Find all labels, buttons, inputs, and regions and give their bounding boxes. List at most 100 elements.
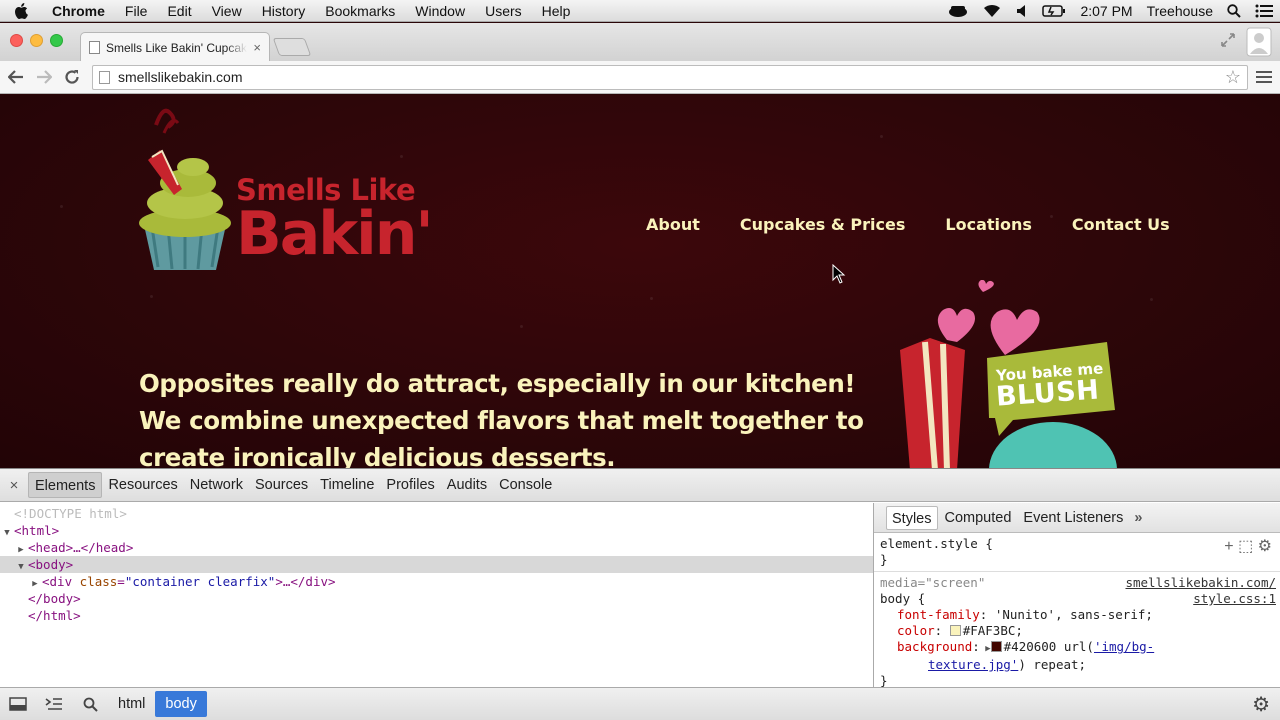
menu-bookmarks[interactable]: Bookmarks bbox=[315, 0, 405, 22]
browser-tab-active[interactable]: Smells Like Bakin' Cupcakes × bbox=[80, 32, 270, 62]
tab-styles[interactable]: Styles bbox=[886, 505, 938, 530]
div-attr-name: class bbox=[79, 574, 118, 589]
window-close-button[interactable] bbox=[10, 34, 23, 47]
menu-users[interactable]: Users bbox=[475, 0, 532, 22]
bookmark-star-icon[interactable]: ☆ bbox=[1225, 67, 1241, 88]
menu-edit[interactable]: Edit bbox=[157, 0, 201, 22]
tab-sources[interactable]: Sources bbox=[249, 472, 314, 498]
doctype-text: <!DOCTYPE html> bbox=[14, 506, 127, 521]
tab-strip: Smells Like Bakin' Cupcakes × bbox=[0, 23, 1280, 62]
color-swatch[interactable] bbox=[949, 625, 961, 636]
battery-icon[interactable] bbox=[1042, 4, 1066, 17]
devtools-tab-bar: × Elements Resources Network Sources Tim… bbox=[0, 468, 1280, 502]
tab-resources[interactable]: Resources bbox=[102, 472, 183, 498]
prop-value-url-fn: url( bbox=[1056, 639, 1094, 654]
tab-event-listeners[interactable]: Event Listeners bbox=[1018, 506, 1128, 530]
element-style-rule[interactable]: element.style { } + ⬚ ⚙ bbox=[874, 533, 1280, 572]
dock-side-icon[interactable] bbox=[0, 688, 36, 720]
prop-font-family[interactable]: font-family: 'Nunito', sans-serif; bbox=[880, 607, 1274, 623]
html-close-tag: </html> bbox=[28, 608, 81, 623]
address-bar[interactable]: smellslikebakin.com ☆ bbox=[92, 64, 1248, 90]
url-text[interactable]: smellslikebakin.com bbox=[118, 69, 1225, 85]
back-button[interactable] bbox=[2, 63, 30, 91]
div-attr-value: "container clearfix" bbox=[124, 574, 276, 589]
dom-node-div-container[interactable]: ▶ <div class="container clearfix">…</div> bbox=[0, 573, 873, 590]
dom-node-html[interactable]: ▼ <html> bbox=[0, 522, 873, 539]
body-style-rule[interactable]: media="screen" smellslikebakin.com/ body… bbox=[874, 572, 1280, 687]
mouse-cursor-icon bbox=[832, 264, 846, 284]
div-rest: >…</div> bbox=[275, 574, 336, 589]
fullscreen-icon[interactable] bbox=[1220, 32, 1236, 51]
user-menu[interactable]: Treehouse bbox=[1147, 3, 1213, 19]
menu-app-chrome[interactable]: Chrome bbox=[42, 0, 115, 22]
color-swatch[interactable] bbox=[990, 641, 1002, 652]
prop-color[interactable]: color: #FAF3BC; bbox=[880, 623, 1274, 639]
reload-button[interactable] bbox=[58, 63, 86, 91]
devtools-panel: × Elements Resources Network Sources Tim… bbox=[0, 468, 1280, 720]
console-drawer-icon[interactable] bbox=[36, 688, 72, 720]
tab-timeline[interactable]: Timeline bbox=[314, 472, 380, 498]
prop-name: font-family bbox=[897, 607, 980, 622]
dom-node-html-close[interactable]: </html> bbox=[0, 607, 873, 624]
nav-about-link[interactable]: About bbox=[646, 215, 700, 234]
window-minimize-button[interactable] bbox=[30, 34, 43, 47]
bg-image-link[interactable]: 'img/bg- bbox=[1094, 639, 1154, 654]
tab-network[interactable]: Network bbox=[184, 472, 249, 498]
body-close-tag: </body> bbox=[28, 591, 81, 606]
profile-avatar-icon[interactable] bbox=[1246, 27, 1272, 57]
forward-button[interactable] bbox=[30, 63, 58, 91]
spotlight-icon[interactable] bbox=[1227, 3, 1241, 18]
volume-icon[interactable] bbox=[1016, 4, 1028, 18]
element-style-close: } bbox=[880, 552, 888, 567]
breadcrumb-body[interactable]: body bbox=[155, 691, 207, 717]
apple-menu-icon[interactable] bbox=[0, 0, 42, 22]
site-nav: About Cupcakes & Prices Locations Contac… bbox=[646, 215, 1170, 234]
hero-tagline: Opposites really do attract, especially … bbox=[139, 369, 864, 468]
dom-node-body-close[interactable]: </body> bbox=[0, 590, 873, 607]
tab-computed[interactable]: Computed bbox=[940, 506, 1017, 530]
more-tabs-icon[interactable]: » bbox=[1134, 510, 1142, 526]
camera-icon[interactable] bbox=[948, 4, 968, 18]
new-tab-button[interactable] bbox=[272, 38, 312, 56]
bg-image-link[interactable]: texture.jpg' bbox=[928, 657, 1018, 672]
clock[interactable]: 2:07 PM bbox=[1080, 3, 1132, 19]
nav-locations-link[interactable]: Locations bbox=[945, 215, 1032, 234]
nav-cupcakes-prices-link[interactable]: Cupcakes & Prices bbox=[740, 215, 906, 234]
chrome-menu-icon[interactable] bbox=[1256, 68, 1272, 86]
tab-title: Smells Like Bakin' Cupcakes bbox=[106, 40, 248, 55]
add-rule-icon[interactable]: + bbox=[1224, 538, 1233, 555]
expand-triangle-icon[interactable]: ▶ bbox=[980, 644, 990, 654]
tab-profiles[interactable]: Profiles bbox=[380, 472, 440, 498]
devtools-close-icon[interactable]: × bbox=[0, 477, 28, 494]
menu-help[interactable]: Help bbox=[532, 0, 581, 22]
inspect-search-icon[interactable] bbox=[72, 688, 108, 720]
breadcrumb-html[interactable]: html bbox=[108, 691, 155, 717]
dom-node-head[interactable]: ▶ <head>…</head> bbox=[0, 539, 873, 556]
menu-view[interactable]: View bbox=[202, 0, 252, 22]
prop-background[interactable]: background: ▶ #420600 url('img/bg- bbox=[880, 639, 1274, 657]
tab-elements[interactable]: Elements bbox=[28, 472, 103, 498]
window-maximize-button[interactable] bbox=[50, 34, 63, 47]
head-tag: <head>…</head> bbox=[28, 540, 134, 555]
tab-audits[interactable]: Audits bbox=[441, 472, 493, 498]
style-settings-icon[interactable]: ⚙ bbox=[1258, 538, 1272, 555]
wifi-icon[interactable] bbox=[982, 3, 1002, 18]
source-link-host[interactable]: smellslikebakin.com/ bbox=[1125, 575, 1276, 590]
element-state-icon[interactable]: ⬚ bbox=[1238, 538, 1253, 555]
source-link-file[interactable]: style.css:1 bbox=[1193, 591, 1276, 606]
menu-window[interactable]: Window bbox=[405, 0, 475, 22]
notification-center-icon[interactable] bbox=[1255, 4, 1273, 18]
tab-close-icon[interactable]: × bbox=[253, 40, 261, 55]
html-open-tag: <html> bbox=[14, 523, 60, 538]
body-open-tag: <body> bbox=[28, 557, 74, 572]
dom-node-doctype[interactable]: <!DOCTYPE html> bbox=[0, 505, 873, 522]
devtools-settings-gear-icon[interactable]: ⚙ bbox=[1252, 692, 1270, 717]
div-open-tag: <div bbox=[42, 574, 80, 589]
nav-contact-us-link[interactable]: Contact Us bbox=[1072, 215, 1170, 234]
tab-console[interactable]: Console bbox=[493, 472, 558, 498]
prop-name: color bbox=[897, 623, 935, 638]
dom-node-body[interactable]: ▼ <body> bbox=[0, 556, 873, 573]
menu-file[interactable]: File bbox=[115, 0, 158, 22]
menu-history[interactable]: History bbox=[252, 0, 316, 22]
styles-tab-bar: Styles Computed Event Listeners » bbox=[874, 503, 1280, 533]
